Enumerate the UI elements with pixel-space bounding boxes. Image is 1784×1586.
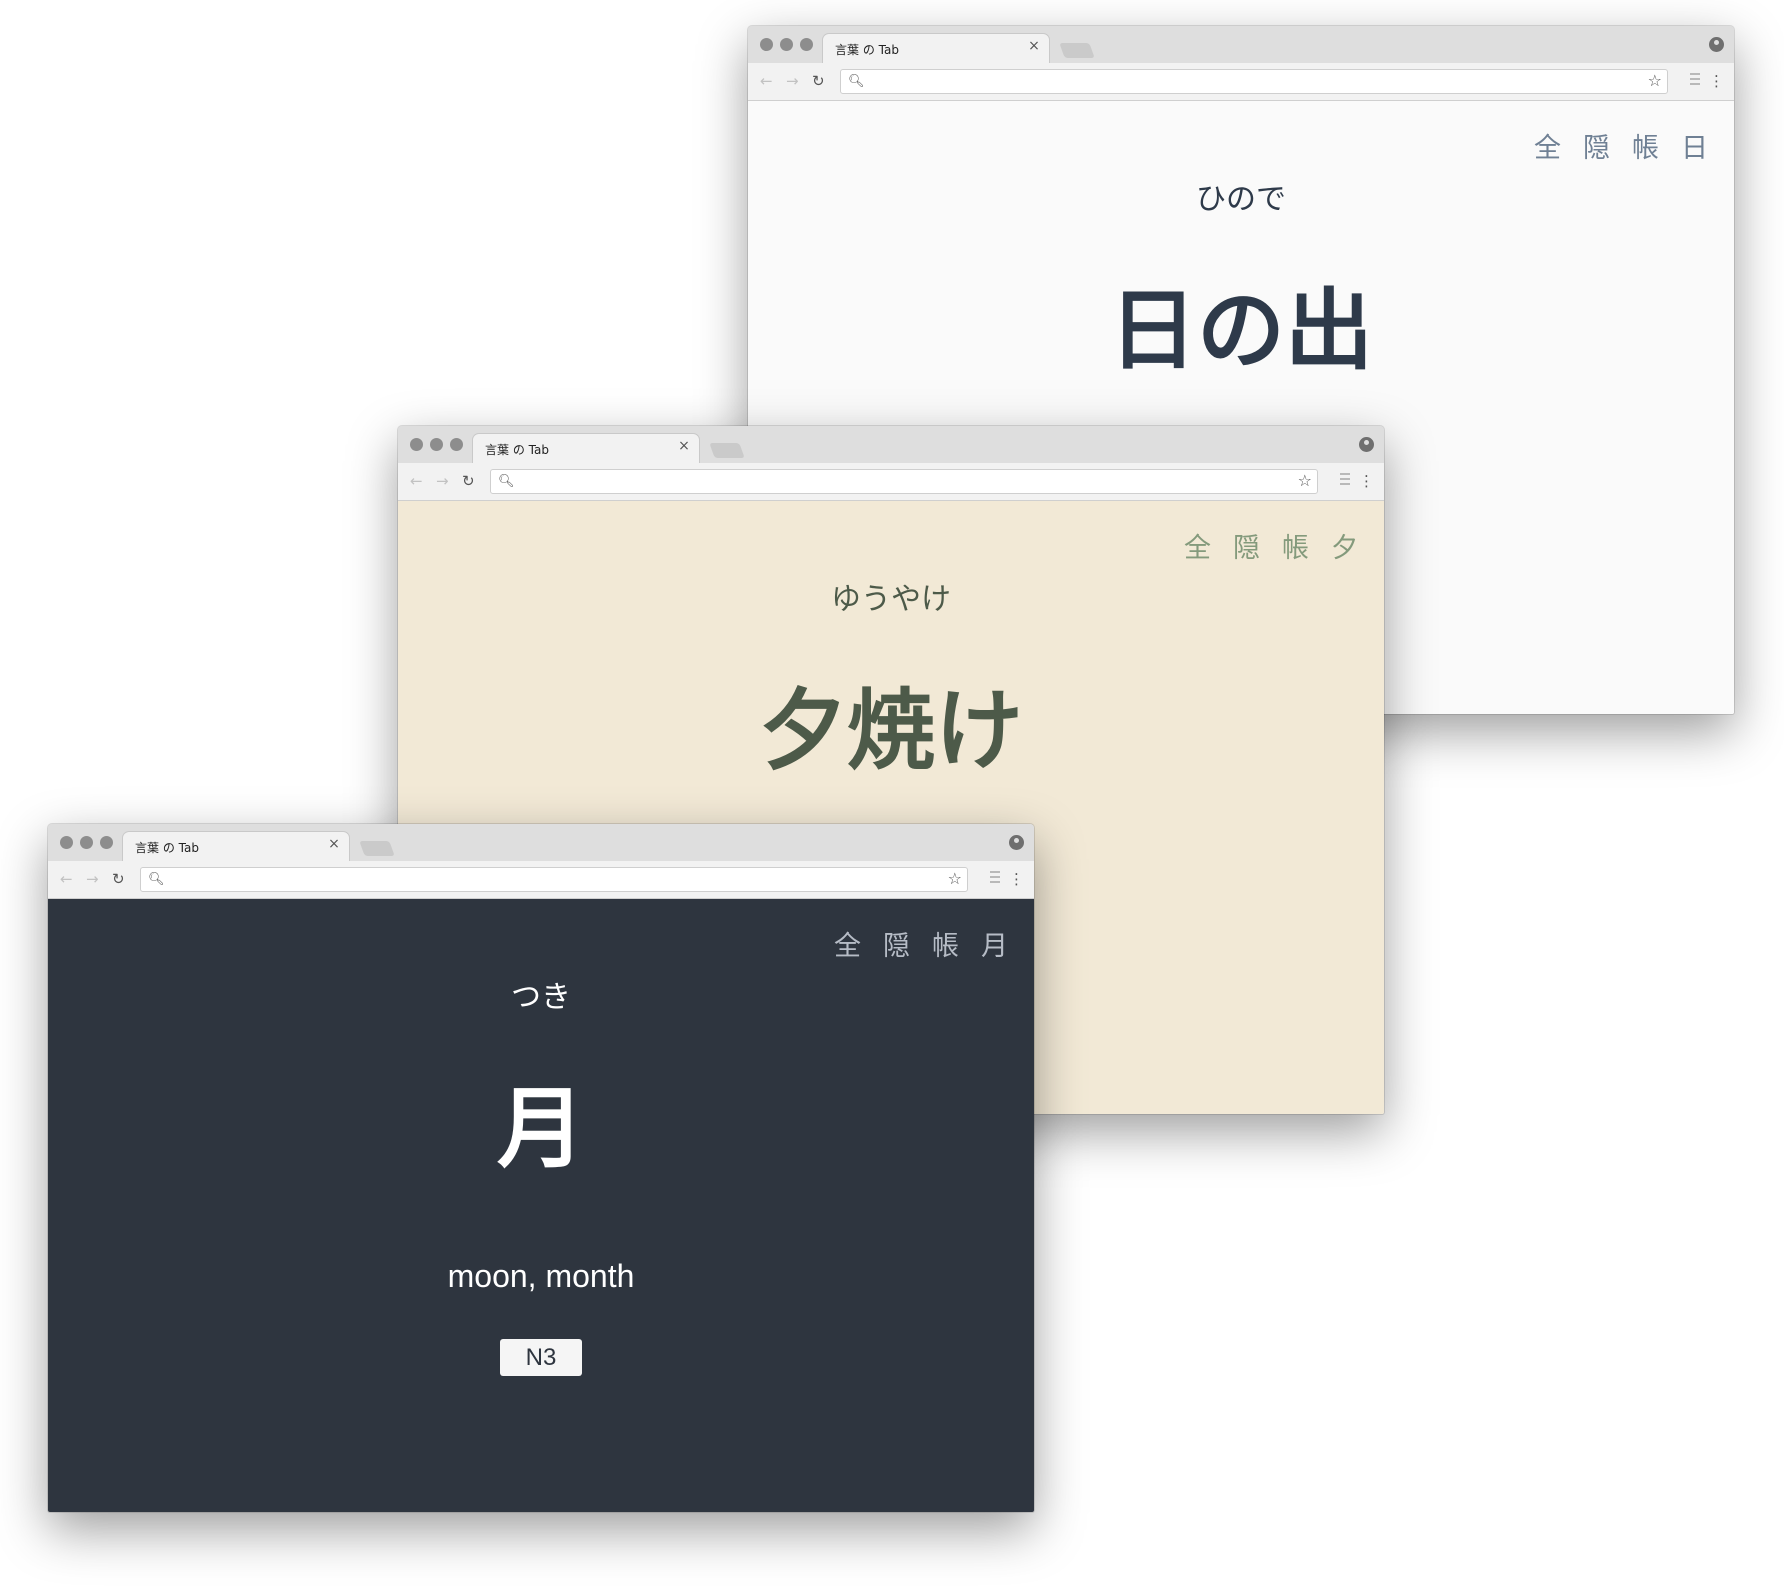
shortcut-theme[interactable]: 月 — [981, 924, 1008, 963]
browser-tab[interactable]: 言葉 の Tab × — [822, 33, 1050, 63]
word-reading: つき — [511, 980, 571, 1015]
zoom-window-button[interactable] — [800, 38, 813, 51]
forward-arrow-icon[interactable]: → — [86, 870, 99, 888]
extension-icon[interactable] — [1340, 473, 1350, 485]
bookmark-star-icon[interactable]: ☆ — [1298, 472, 1312, 490]
shortcut-notebook[interactable]: 帳 — [932, 924, 959, 963]
level-badge-wrap: N3 — [48, 1339, 1034, 1376]
shortcut-hide[interactable]: 隠 — [883, 924, 910, 963]
word-kanji: 夕焼け — [758, 679, 1023, 782]
reload-icon[interactable]: ↻ — [812, 72, 825, 90]
shortcut-hide[interactable]: 隠 — [1583, 126, 1610, 165]
browser-toolbar: ← → ↻ 🔍︎ ☆ ⋮ — [748, 63, 1734, 101]
new-tab-button[interactable] — [359, 841, 395, 856]
tab-close-icon[interactable]: × — [677, 439, 691, 453]
tab-title: 言葉 の Tab — [135, 841, 199, 855]
browser-window-moon: 言葉 の Tab × ← → ↻ 🔍︎ ☆ ⋮ 全 隠 帳 月 つき 月 moo… — [48, 824, 1034, 1512]
minimize-window-button[interactable] — [780, 38, 793, 51]
browser-toolbar: ← → ↻ 🔍︎ ☆ ⋮ — [48, 861, 1034, 899]
forward-arrow-icon[interactable]: → — [786, 72, 799, 90]
profile-icon[interactable] — [1709, 37, 1724, 52]
bookmark-star-icon[interactable]: ☆ — [948, 870, 962, 888]
zoom-window-button[interactable] — [100, 836, 113, 849]
reload-icon[interactable]: ↻ — [462, 472, 475, 490]
back-arrow-icon[interactable]: ← — [410, 472, 423, 490]
shortcut-all[interactable]: 全 — [1184, 526, 1211, 565]
shortcut-notebook[interactable]: 帳 — [1632, 126, 1659, 165]
forward-arrow-icon[interactable]: → — [436, 472, 449, 490]
word-meaning: moon, month — [447, 1258, 635, 1294]
traffic-lights — [410, 438, 463, 451]
shortcut-hide[interactable]: 隠 — [1233, 526, 1260, 565]
traffic-lights — [760, 38, 813, 51]
word-kanji: 日の出 — [1108, 279, 1373, 382]
tab-title: 言葉 の Tab — [835, 43, 899, 57]
search-icon: 🔍︎ — [848, 74, 865, 89]
word-reading: ひので — [1196, 182, 1286, 217]
word-kanji: 月 — [496, 1077, 585, 1180]
minimize-window-button[interactable] — [430, 438, 443, 451]
bookmark-star-icon[interactable]: ☆ — [1648, 72, 1662, 90]
shortcut-notebook[interactable]: 帳 — [1282, 526, 1309, 565]
search-icon: 🔍︎ — [148, 872, 165, 887]
zoom-window-button[interactable] — [450, 438, 463, 451]
menu-icon[interactable]: ⋮ — [1009, 870, 1024, 888]
close-window-button[interactable] — [760, 38, 773, 51]
extension-icon[interactable] — [1690, 73, 1700, 85]
menu-icon[interactable]: ⋮ — [1359, 472, 1374, 490]
menu-icon[interactable]: ⋮ — [1709, 72, 1724, 90]
title-bar: 言葉 の Tab × — [48, 824, 1034, 861]
search-icon: 🔍︎ — [498, 474, 515, 489]
shortcut-all[interactable]: 全 — [834, 924, 861, 963]
traffic-lights — [60, 836, 113, 849]
shortcut-bar: 全 隠 帳 月 — [834, 924, 1008, 963]
tab-close-icon[interactable]: × — [1027, 39, 1041, 53]
back-arrow-icon[interactable]: ← — [760, 72, 773, 90]
new-tab-button[interactable] — [1059, 43, 1095, 58]
tab-close-icon[interactable]: × — [327, 837, 341, 851]
browser-toolbar: ← → ↻ 🔍︎ ☆ ⋮ — [398, 463, 1384, 501]
page-content: 全 隠 帳 月 つき 月 moon, month N3 — [48, 899, 1034, 1512]
jlpt-level-badge: N3 — [499, 1339, 583, 1376]
address-bar[interactable]: 🔍︎ ☆ — [490, 469, 1318, 494]
back-arrow-icon[interactable]: ← — [60, 870, 73, 888]
reload-icon[interactable]: ↻ — [112, 870, 125, 888]
shortcut-all[interactable]: 全 — [1534, 126, 1561, 165]
address-bar[interactable]: 🔍︎ ☆ — [140, 867, 968, 892]
profile-icon[interactable] — [1359, 437, 1374, 452]
tab-title: 言葉 の Tab — [485, 443, 549, 457]
new-tab-button[interactable] — [709, 443, 745, 458]
shortcut-theme[interactable]: 夕 — [1331, 526, 1358, 565]
title-bar: 言葉 の Tab × — [398, 426, 1384, 463]
word-reading: ゆうやけ — [831, 582, 951, 617]
browser-tab[interactable]: 言葉 の Tab × — [122, 831, 350, 861]
browser-tab[interactable]: 言葉 の Tab × — [472, 433, 700, 463]
shortcut-bar: 全 隠 帳 日 — [1534, 126, 1708, 165]
close-window-button[interactable] — [410, 438, 423, 451]
title-bar: 言葉 の Tab × — [748, 26, 1734, 63]
shortcut-theme[interactable]: 日 — [1681, 126, 1708, 165]
minimize-window-button[interactable] — [80, 836, 93, 849]
profile-icon[interactable] — [1009, 835, 1024, 850]
address-bar[interactable]: 🔍︎ ☆ — [840, 69, 1668, 94]
extension-icon[interactable] — [990, 871, 1000, 883]
close-window-button[interactable] — [60, 836, 73, 849]
shortcut-bar: 全 隠 帳 夕 — [1184, 526, 1358, 565]
